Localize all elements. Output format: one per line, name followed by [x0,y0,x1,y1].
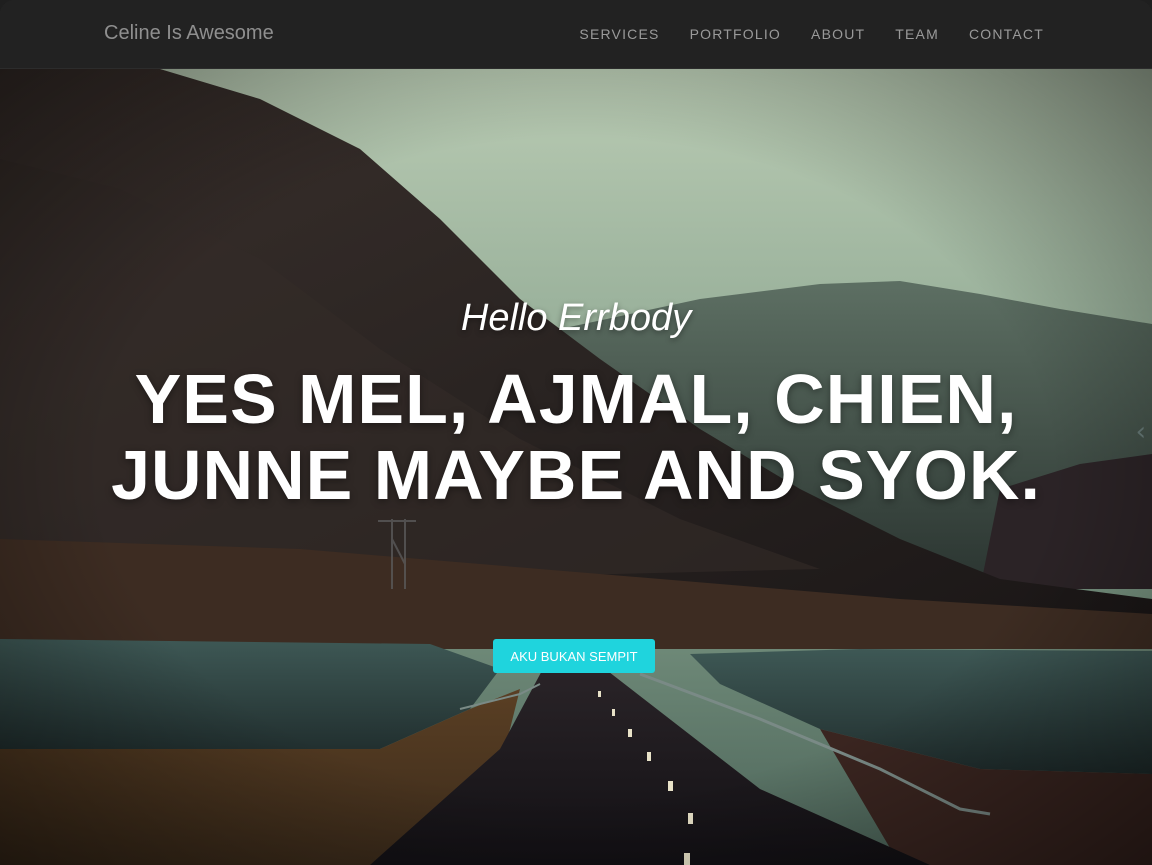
hero-subheading: Hello Errbody [460,297,692,339]
nav-link-team[interactable]: TEAM [895,26,939,42]
hero-section: Hello Errbody YES MEL, AJMAL, CHIEN, JUN… [0,69,1152,865]
nav-link-portfolio[interactable]: PORTFOLIO [690,26,781,42]
navbar: Celine Is Awesome SERVICES PORTFOLIO ABO… [0,0,1152,69]
hero-content: Hello Errbody YES MEL, AJMAL, CHIEN, JUN… [0,69,1152,865]
hero-heading: YES MEL, AJMAL, CHIEN, JUNNE MAYBE AND S… [111,360,1041,514]
nav-links: SERVICES PORTFOLIO ABOUT TEAM CONTACT [579,26,1044,42]
browser-frame: Celine Is Awesome SERVICES PORTFOLIO ABO… [0,0,1152,865]
brand-logo[interactable]: Celine Is Awesome [104,22,274,45]
nav-link-contact[interactable]: CONTACT [969,26,1044,42]
nav-link-services[interactable]: SERVICES [579,26,659,42]
chevron-left-icon[interactable]: ‹ [1136,417,1146,447]
cta-button[interactable]: AKU BUKAN SEMPIT [493,639,655,673]
nav-link-about[interactable]: ABOUT [811,26,865,42]
